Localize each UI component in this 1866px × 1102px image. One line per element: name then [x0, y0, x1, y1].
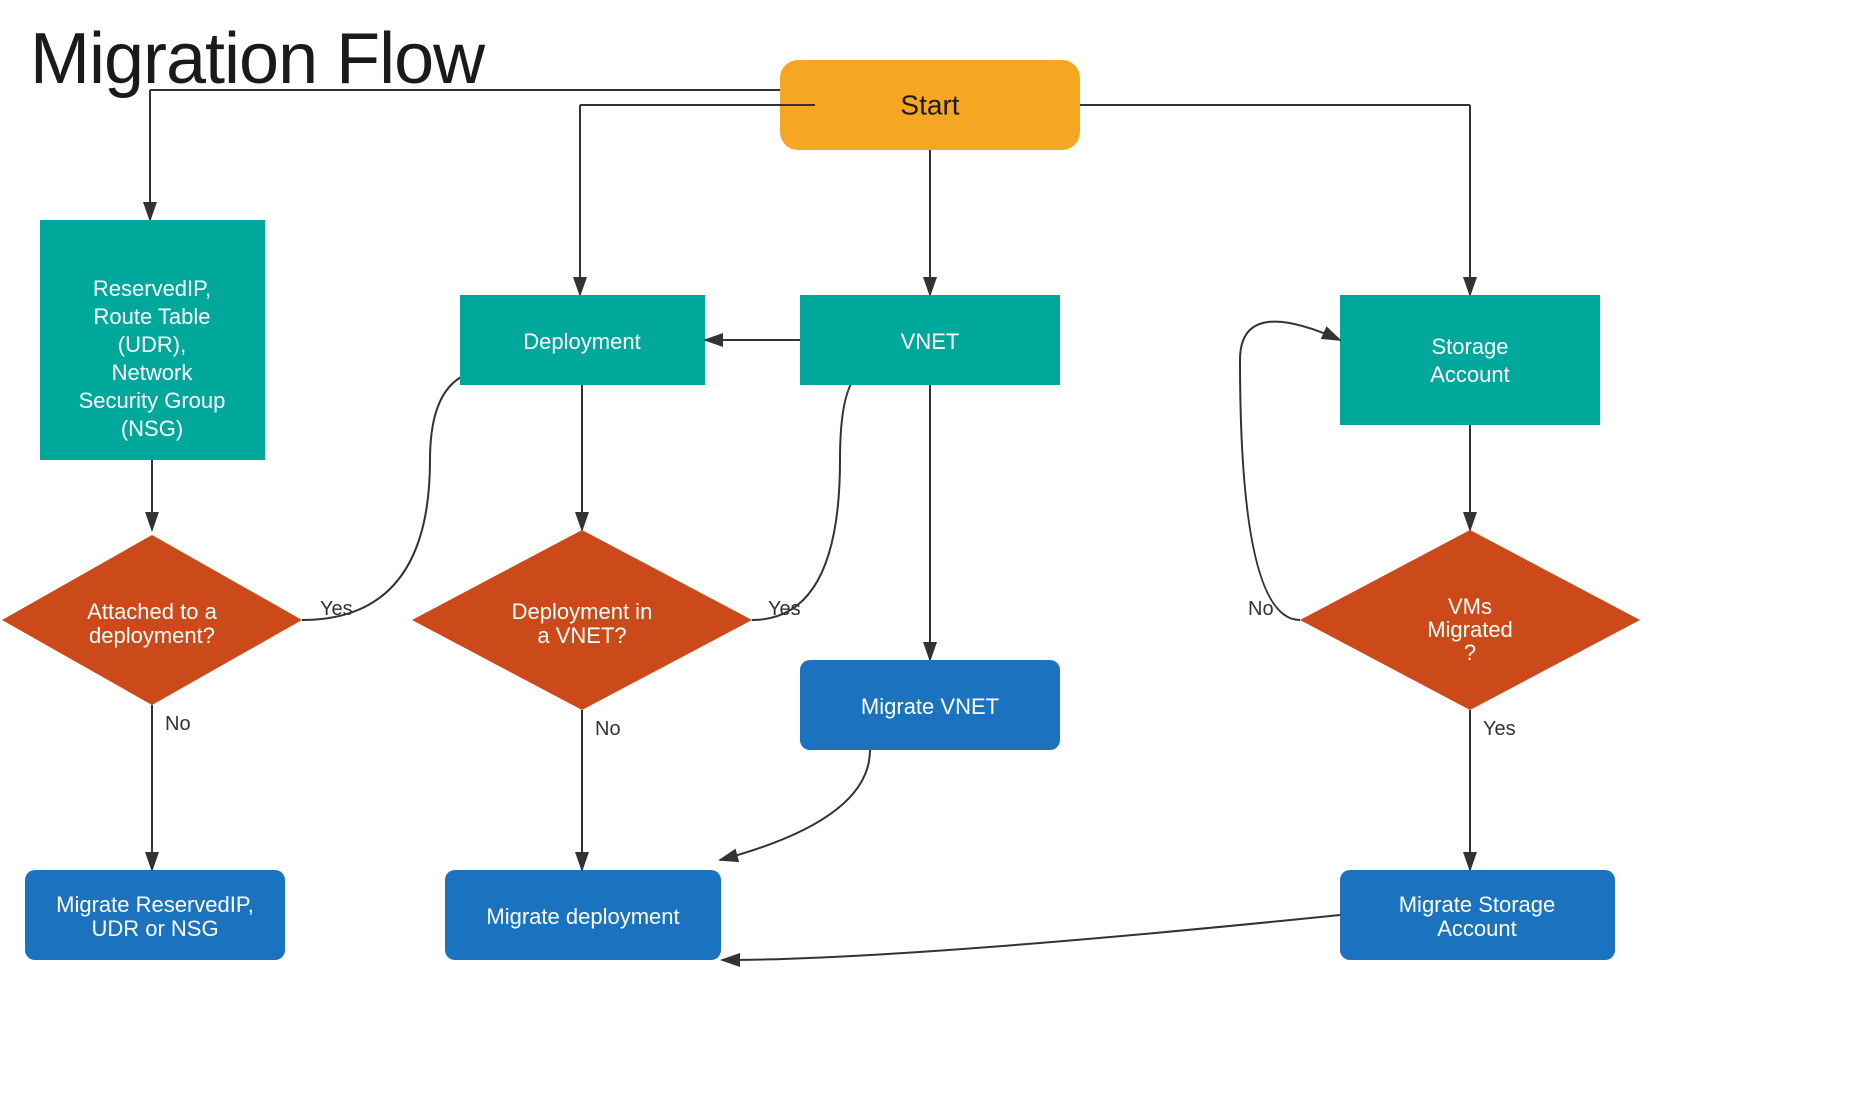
svg-text:deployment?: deployment?: [89, 623, 215, 648]
arrow-vms-no: [1240, 322, 1340, 620]
svg-text:Migrate VNET: Migrate VNET: [861, 694, 999, 719]
svg-text:(UDR),: (UDR),: [118, 332, 186, 357]
svg-text:Storage: Storage: [1431, 334, 1508, 359]
no-label-vms: No: [1248, 598, 1274, 620]
svg-text:Network: Network: [112, 360, 194, 385]
arrow-migratestorage-migratedeployment: [722, 915, 1340, 960]
svg-text:Migrate Storage: Migrate Storage: [1399, 892, 1556, 917]
svg-text:Deployment: Deployment: [523, 329, 640, 354]
no-label-deployment: No: [595, 718, 621, 740]
arrow-migratevnet-migratedeployment: [720, 750, 870, 860]
svg-text:VNET: VNET: [901, 329, 960, 354]
start-label: Start: [900, 89, 959, 120]
flowchart: Start ReservedIP, Route Table (UDR), Net…: [0, 0, 1866, 1102]
arrow-deployment-yes: [752, 370, 870, 620]
svg-text:Security Group: Security Group: [79, 388, 226, 413]
svg-text:Migrate deployment: Migrate deployment: [486, 904, 679, 929]
svg-text:(NSG): (NSG): [121, 416, 183, 441]
svg-text:VMs: VMs: [1448, 594, 1492, 619]
svg-text:UDR or NSG: UDR or NSG: [91, 916, 218, 941]
svg-text:?: ?: [1464, 640, 1476, 665]
svg-text:Migrated: Migrated: [1427, 617, 1513, 642]
storage-account-node: [1340, 295, 1600, 425]
svg-text:ReservedIP,: ReservedIP,: [93, 276, 211, 301]
svg-text:Deployment in: Deployment in: [512, 599, 653, 624]
svg-text:a VNET?: a VNET?: [537, 623, 626, 648]
arrow-attached-yes: [302, 370, 490, 620]
svg-text:Route Table: Route Table: [93, 304, 210, 329]
yes-label-vms: Yes: [1483, 718, 1516, 740]
svg-text:Migrate ReservedIP,: Migrate ReservedIP,: [56, 892, 254, 917]
svg-text:Account: Account: [1430, 362, 1510, 387]
no-label-attached: No: [165, 713, 191, 735]
svg-text:Account: Account: [1437, 916, 1517, 941]
svg-text:Attached to a: Attached to a: [87, 599, 217, 624]
